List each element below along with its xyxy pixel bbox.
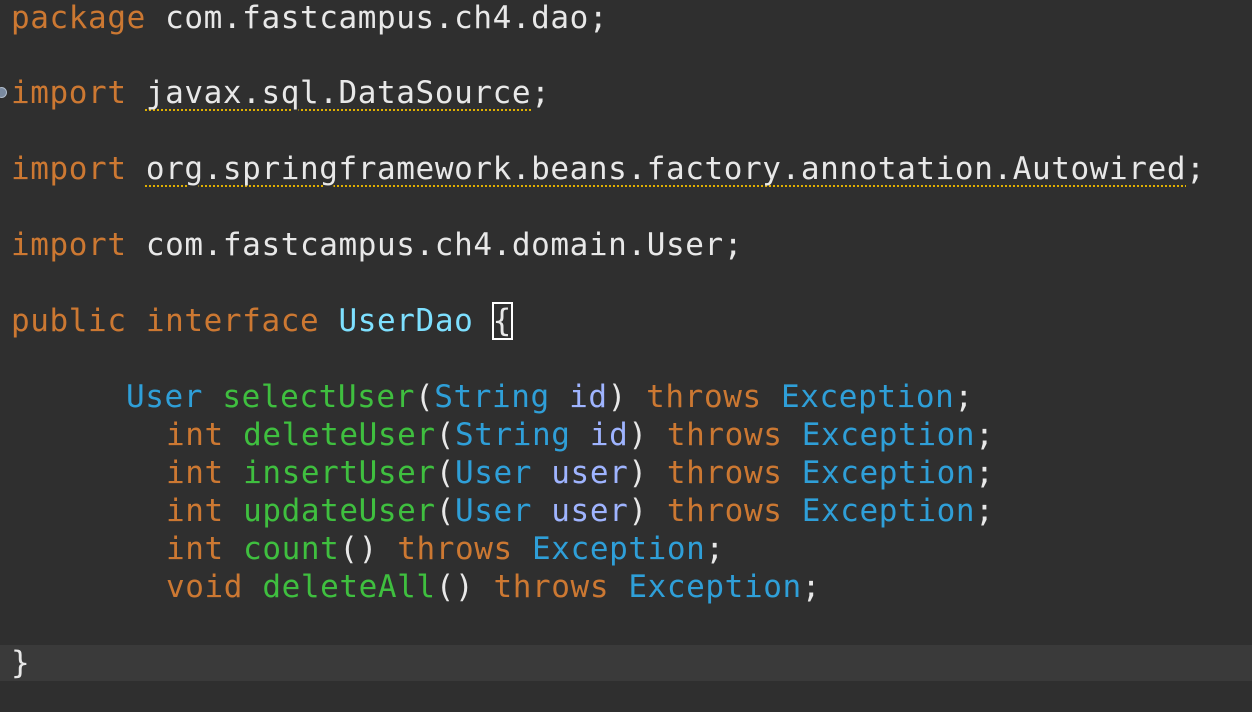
keyword-token: int bbox=[166, 417, 224, 453]
code-text: ; bbox=[954, 379, 974, 415]
code-text: ) bbox=[607, 379, 647, 415]
method-name-token: count bbox=[243, 531, 340, 567]
code-text: ; bbox=[975, 455, 995, 491]
breakpoint-marker-icon[interactable] bbox=[0, 87, 7, 98]
code-line-interface-declaration[interactable]: public interface UserDao { bbox=[11, 302, 513, 340]
type-token: Exception bbox=[628, 569, 802, 605]
code-text: ; bbox=[1186, 151, 1206, 187]
code-text: ( bbox=[435, 493, 455, 529]
matched-brace-token: { bbox=[491, 302, 513, 340]
unused-import-token: javax.sql.DataSource bbox=[145, 75, 532, 111]
method-name-token: deleteAll bbox=[262, 569, 436, 605]
type-token: Exception bbox=[532, 531, 706, 567]
type-token: User bbox=[126, 379, 204, 415]
code-text: com.fastcampus.ch4.dao; bbox=[145, 0, 609, 36]
keyword-token: throws bbox=[666, 493, 783, 529]
code-text: ; bbox=[975, 493, 995, 529]
type-token: Exception bbox=[781, 379, 955, 415]
code-line-package[interactable]: package com.fastcampus.ch4.dao; bbox=[11, 0, 608, 36]
type-token: User bbox=[454, 493, 533, 529]
keyword-token: public bbox=[11, 303, 127, 339]
code-line-count[interactable]: int count() throws Exception; bbox=[166, 531, 725, 567]
type-token: Exception bbox=[801, 455, 976, 491]
parameter-token: id bbox=[569, 379, 608, 415]
code-text: ( bbox=[435, 455, 455, 491]
code-line-delete-all[interactable]: void deleteAll() throws Exception; bbox=[166, 569, 821, 605]
unused-import-token: org.springframework.beans.factory.annota… bbox=[145, 151, 1187, 187]
keyword-token: import bbox=[11, 75, 127, 111]
type-token: Exception bbox=[801, 493, 976, 529]
parameter-token: user bbox=[551, 455, 629, 491]
code-line-import-datasource[interactable]: import javax.sql.DataSource; bbox=[11, 75, 550, 111]
keyword-token: int bbox=[166, 531, 224, 567]
code-line-select-user[interactable]: User selectUser(String id) throws Except… bbox=[126, 379, 974, 415]
type-token: String bbox=[434, 379, 550, 415]
method-name-token: selectUser bbox=[222, 379, 415, 415]
code-text: ; bbox=[975, 417, 995, 453]
keyword-token: int bbox=[166, 493, 224, 529]
method-name-token: deleteUser bbox=[243, 417, 436, 453]
keyword-token: import bbox=[11, 151, 127, 187]
keyword-token: void bbox=[166, 569, 244, 605]
keyword-token: throws bbox=[646, 379, 762, 415]
keyword-token: interface bbox=[145, 303, 320, 339]
keyword-token: throws bbox=[493, 569, 610, 605]
code-line-update-user[interactable]: int updateUser(User user) throws Excepti… bbox=[166, 493, 994, 529]
code-text: } bbox=[11, 645, 31, 681]
keyword-token: import bbox=[11, 227, 127, 263]
class-name-token: UserDao bbox=[338, 303, 474, 339]
code-text: ( bbox=[414, 379, 435, 415]
method-name-token: insertUser bbox=[243, 455, 436, 491]
type-token: String bbox=[454, 417, 571, 453]
code-text: ; bbox=[705, 531, 725, 567]
keyword-token: throws bbox=[666, 417, 783, 453]
code-text: ) bbox=[628, 455, 667, 491]
code-line-delete-user[interactable]: int deleteUser(String id) throws Excepti… bbox=[166, 417, 994, 453]
code-text: ; bbox=[531, 75, 551, 111]
code-line-import-user[interactable]: import com.fastcampus.ch4.domain.User; bbox=[11, 227, 743, 263]
keyword-token: int bbox=[166, 455, 224, 491]
code-text: () bbox=[435, 569, 494, 605]
keyword-token: throws bbox=[397, 531, 513, 567]
parameter-token: id bbox=[589, 417, 629, 453]
code-text: ) bbox=[628, 493, 667, 529]
type-token: Exception bbox=[801, 417, 976, 453]
code-text: () bbox=[339, 531, 398, 567]
type-token: User bbox=[454, 455, 533, 491]
code-editor[interactable]: package com.fastcampus.ch4.dao; import j… bbox=[0, 0, 1252, 712]
keyword-token: package bbox=[11, 0, 146, 36]
code-line-insert-user[interactable]: int insertUser(User user) throws Excepti… bbox=[166, 455, 994, 491]
method-name-token: updateUser bbox=[243, 493, 436, 529]
code-text: ( bbox=[435, 417, 455, 453]
parameter-token: user bbox=[551, 493, 629, 529]
code-line-closing-brace[interactable]: } bbox=[0, 645, 1252, 681]
keyword-token: throws bbox=[666, 455, 783, 491]
code-line-import-autowired[interactable]: import org.springframework.beans.factory… bbox=[11, 151, 1205, 187]
code-text: ) bbox=[628, 417, 667, 453]
code-text: com.fastcampus.ch4.domain.User; bbox=[126, 227, 744, 263]
code-text: ; bbox=[801, 569, 821, 605]
